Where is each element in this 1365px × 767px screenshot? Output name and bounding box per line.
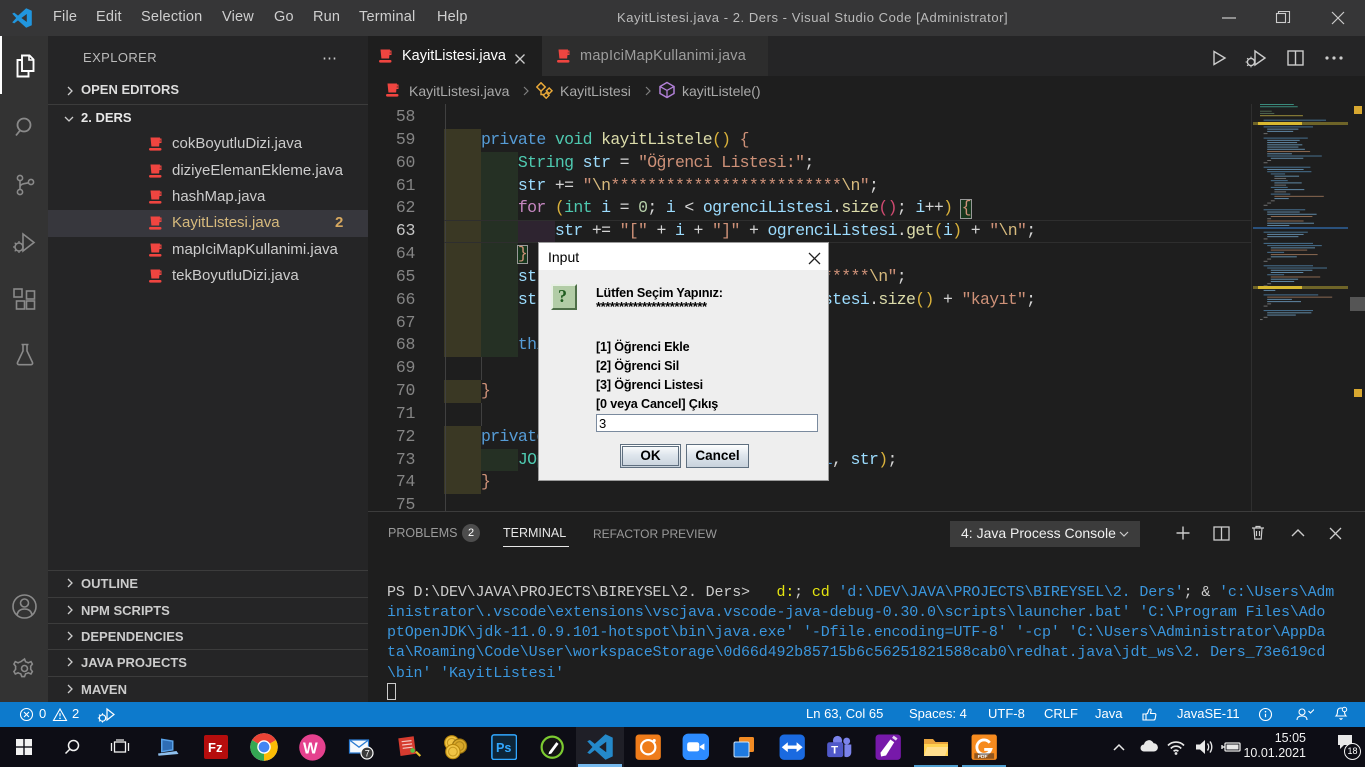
svg-text:7: 7 bbox=[365, 748, 370, 758]
svg-text:Fz: Fz bbox=[208, 740, 223, 755]
svg-text:T: T bbox=[831, 745, 838, 757]
svg-text:W: W bbox=[303, 740, 318, 757]
svg-text:PDF: PDF bbox=[977, 754, 987, 760]
svg-text:Ps: Ps bbox=[496, 741, 511, 755]
